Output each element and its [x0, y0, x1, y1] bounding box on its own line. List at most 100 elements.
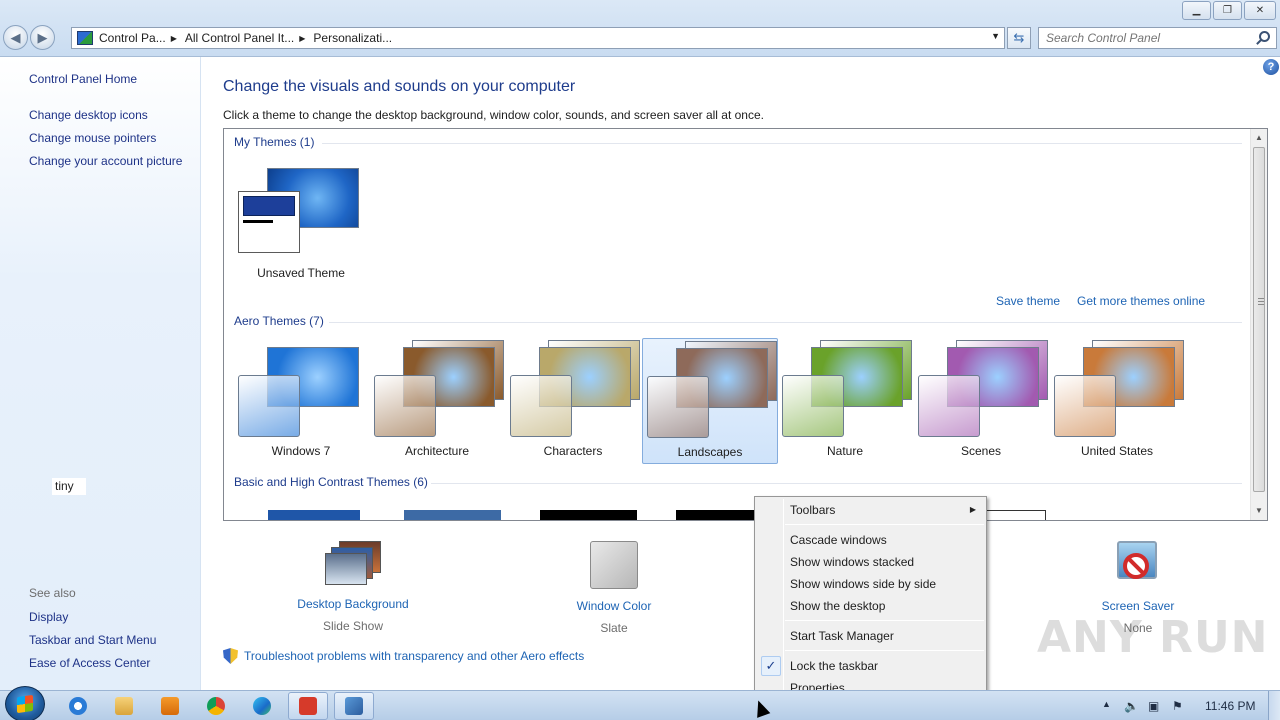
menu-item-task-manager[interactable]: Start Task Manager [757, 625, 984, 647]
screen-saver-label[interactable]: Screen Saver [1058, 599, 1218, 613]
address-bar[interactable]: Control Pa... ▶ All Control Panel It... ▶ … [71, 27, 1005, 49]
theme-architecture[interactable]: Architecture [370, 338, 506, 464]
basic-theme-thumb[interactable] [540, 510, 637, 520]
breadcrumb-1[interactable]: Control Pa... ▶ [99, 31, 185, 45]
action-center-flag-icon[interactable]: ⚑ [1172, 699, 1183, 713]
troubleshoot-link[interactable]: Troubleshoot problems with transparency … [244, 649, 584, 663]
get-more-themes-link[interactable]: Get more themes online [1077, 294, 1205, 308]
display-link[interactable]: Display [29, 610, 68, 624]
help-icon[interactable]: ? [1263, 59, 1279, 75]
taskbar-media-player[interactable] [150, 692, 190, 720]
volume-icon[interactable]: 🔈 [1124, 699, 1139, 713]
breadcrumb-2[interactable]: All Control Panel It... ▶ [185, 31, 314, 45]
vertical-scrollbar[interactable]: ▲ ▼ [1250, 129, 1267, 520]
start-button[interactable] [5, 686, 45, 720]
checkmark-icon: ✓ [761, 656, 781, 676]
theme-landscapes[interactable]: Landscapes [642, 338, 778, 464]
taskbar-anyrun-app[interactable] [288, 692, 328, 720]
theme-label: Landscapes [677, 445, 743, 459]
internet-explorer-icon [69, 697, 87, 715]
troubleshoot-row[interactable]: Troubleshoot problems with transparency … [223, 648, 584, 664]
search-input[interactable] [1046, 31, 1251, 45]
window-buttons: ▁ ❐ ✕ [1182, 1, 1276, 20]
media-player-icon [161, 697, 179, 715]
desktop-background-setting[interactable]: Desktop Background Slide Show [273, 541, 433, 633]
window-color-setting[interactable]: Window Color Slate [534, 541, 694, 635]
menu-item-side-by-side[interactable]: Show windows side by side [757, 573, 984, 595]
basic-theme-thumb[interactable] [404, 510, 501, 520]
tray-expand-icon[interactable]: ▲ [1102, 699, 1111, 709]
theme-nature[interactable]: Nature [778, 338, 914, 464]
tooltip-box: tiny [52, 478, 86, 495]
theme-characters[interactable]: Characters [506, 338, 642, 464]
change-mouse-pointers-link[interactable]: Change mouse pointers [29, 131, 156, 145]
color-swatch [374, 375, 436, 437]
taskbar-internet-explorer[interactable] [58, 692, 98, 720]
main-pane: ? Change the visuals and sounds on your … [201, 57, 1280, 690]
menu-item-show-desktop[interactable]: Show the desktop [757, 595, 984, 617]
minimize-button[interactable]: ▁ [1182, 1, 1211, 20]
close-button[interactable]: ✕ [1244, 1, 1276, 20]
group-divider [329, 322, 1242, 323]
scroll-thumb[interactable] [1253, 147, 1265, 492]
color-swatch [782, 375, 844, 437]
search-box[interactable] [1038, 27, 1277, 49]
show-desktop-button[interactable] [1268, 691, 1280, 720]
color-swatch [918, 375, 980, 437]
color-swatch [647, 376, 709, 438]
taskbar-file-explorer[interactable] [104, 692, 144, 720]
left-pane: Control Panel Home Change desktop icons … [0, 57, 201, 690]
theme-scenes[interactable]: Scenes [914, 338, 1050, 464]
basic-theme-thumb[interactable] [984, 510, 1046, 520]
back-button[interactable]: ◀ [3, 25, 28, 50]
theme-label: Unsaved Theme [257, 266, 345, 280]
breadcrumb-3[interactable]: Personalizati... [313, 31, 392, 45]
control-panel-icon [77, 31, 93, 45]
taskbar-edge[interactable] [242, 692, 282, 720]
ease-of-access-link[interactable]: Ease of Access Center [29, 656, 150, 670]
theme-united-states[interactable]: United States [1050, 338, 1186, 464]
change-desktop-icons-link[interactable]: Change desktop icons [29, 108, 148, 122]
desktop-background-label[interactable]: Desktop Background [273, 597, 433, 611]
windows-logo-icon [17, 694, 33, 714]
theme-windows-7[interactable]: Windows 7 [234, 338, 370, 464]
taskbar-start-menu-link[interactable]: Taskbar and Start Menu [29, 633, 156, 647]
themes-list[interactable]: My Themes (1) Unsaved Theme Save theme G… [223, 128, 1268, 521]
page-subtitle: Click a theme to change the desktop back… [223, 108, 764, 122]
save-theme-link[interactable]: Save theme [996, 294, 1060, 308]
forward-button[interactable]: ▶ [30, 25, 55, 50]
group-basic-themes[interactable]: Basic and High Contrast Themes (6) [234, 475, 428, 489]
title-bar: ▁ ❐ ✕ ◀ ▶ Control Pa... ▶ All Control Pan… [0, 0, 1280, 57]
theme-label: Architecture [404, 444, 470, 458]
refresh-button[interactable]: ⇆ [1007, 27, 1031, 49]
chevron-down-icon[interactable]: ▼ [991, 31, 1000, 41]
page-title: Change the visuals and sounds on your co… [223, 78, 576, 95]
control-panel-icon [345, 697, 363, 715]
group-divider [322, 143, 1242, 144]
taskbar[interactable]: ▲ 🔈 ▣ ⚑ 11:46 PM [0, 686, 1280, 720]
control-panel-home-link[interactable]: Control Panel Home [29, 72, 137, 86]
menu-item-stacked[interactable]: Show windows stacked [757, 551, 984, 573]
network-icon[interactable]: ▣ [1148, 699, 1159, 713]
clock[interactable]: 11:46 PM [1205, 699, 1255, 713]
change-account-picture-link[interactable]: Change your account picture [29, 154, 182, 168]
menu-item-lock-taskbar[interactable]: ✓ Lock the taskbar [757, 655, 984, 677]
menu-item-cascade[interactable]: Cascade windows [757, 529, 984, 551]
taskbar-context-menu: Toolbars ▶ Cascade windows Show windows … [754, 496, 987, 702]
scroll-down-icon[interactable]: ▼ [1255, 506, 1263, 515]
group-divider [431, 483, 1242, 484]
taskbar-control-panel[interactable] [334, 692, 374, 720]
maximize-button[interactable]: ❐ [1213, 1, 1242, 20]
color-swatch [238, 375, 300, 437]
window-color-label[interactable]: Window Color [534, 599, 694, 613]
taskbar-chrome[interactable] [196, 692, 236, 720]
desktop-background-icon [325, 541, 381, 587]
theme-label: United States [1080, 444, 1154, 458]
basic-theme-thumb[interactable] [268, 510, 360, 520]
color-swatch [1054, 375, 1116, 437]
group-aero-themes[interactable]: Aero Themes (7) [234, 314, 324, 328]
group-my-themes[interactable]: My Themes (1) [234, 135, 314, 149]
search-icon[interactable] [1259, 31, 1270, 42]
scroll-up-icon[interactable]: ▲ [1255, 133, 1263, 142]
menu-item-toolbars[interactable]: Toolbars ▶ [757, 499, 984, 521]
